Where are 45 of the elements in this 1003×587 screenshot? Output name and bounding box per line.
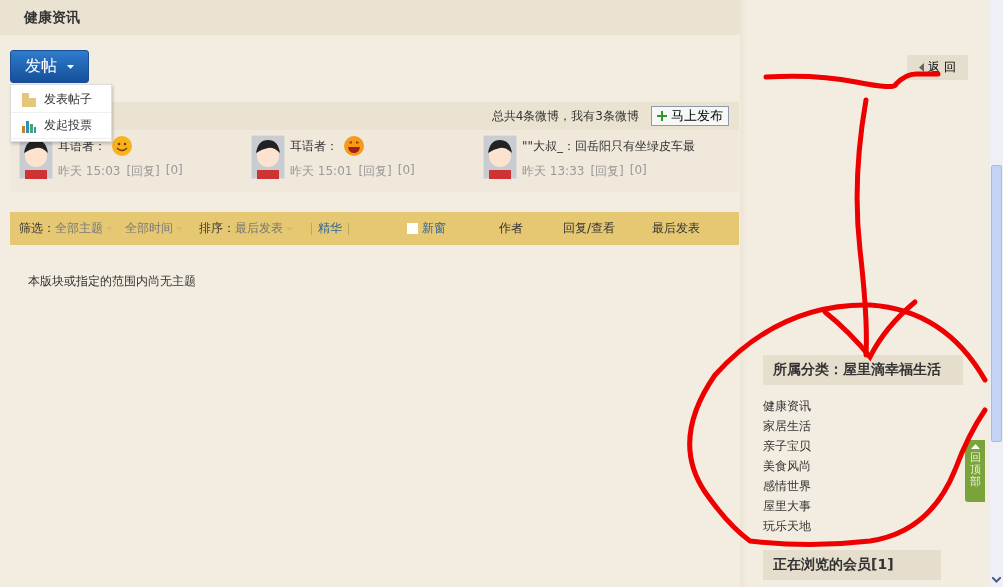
scrollbar[interactable] (990, 0, 1003, 587)
menu-item-label: 发起投票 (44, 117, 92, 134)
category-link[interactable]: 美食风尚 (763, 456, 811, 476)
sort-label: 排序： (199, 220, 235, 237)
new-window-label: 新窗 (422, 220, 446, 237)
column-header: 回复/查看 (563, 220, 616, 237)
reply-count: [0] (165, 163, 183, 179)
microblog-text: ""大叔_：回岳阳只有坐绿皮车最 (522, 137, 696, 155)
post-time: 昨天 13:33 (522, 163, 585, 180)
empty-message: 本版块或指定的范围内尚无主题 (28, 273, 197, 290)
post-time: 昨天 15:01 (290, 163, 353, 180)
category-link[interactable]: 感情世界 (763, 476, 811, 496)
microblog-summary: 总共4条微博，我有3条微博 (491, 107, 639, 125)
category-link[interactable]: 玩乐天地 (763, 516, 811, 536)
digest-link[interactable]: 精华 (318, 220, 342, 237)
filter-label: 筛选： (19, 220, 55, 237)
category-link[interactable]: 屋里大事 (763, 496, 811, 516)
forum-title: 健康资讯 (24, 8, 80, 27)
post-button[interactable]: 发帖 (10, 50, 89, 83)
avatar-icon (251, 135, 285, 179)
category-title: 所属分类：屋里滴幸福生活 (763, 355, 963, 385)
category-link[interactable]: 亲子宝贝 (763, 436, 811, 456)
up-triangle-icon (970, 444, 980, 449)
members-title: 正在浏览的会员[1] (763, 550, 941, 580)
checkbox[interactable] (407, 223, 418, 234)
menu-item-label: 发表帖子 (44, 91, 92, 108)
reply-count: [0] (397, 163, 415, 179)
publish-button[interactable]: 马上发布 (651, 106, 729, 126)
plus-icon (657, 111, 667, 121)
column-header: 最后发表 (652, 220, 700, 237)
category-link[interactable]: 健康资讯 (763, 396, 811, 416)
back-button[interactable]: 返 回 (907, 55, 968, 80)
smiley-icon (111, 135, 133, 157)
left-triangle-icon (919, 63, 925, 72)
reply-count: [0] (629, 163, 647, 179)
grinning-face-icon (343, 135, 365, 157)
menu-item[interactable]: 发表帖子 (11, 87, 111, 113)
microblog-text: 耳语者： (290, 137, 338, 155)
category-link[interactable]: 家居生活 (763, 416, 811, 436)
document-icon (21, 91, 37, 108)
caret-icon (67, 64, 74, 69)
avatar-icon (483, 135, 517, 179)
column-header: 作者 (499, 220, 523, 237)
post-time: 昨天 15:03 (58, 163, 121, 180)
menu-item[interactable]: 发起投票 (11, 113, 111, 139)
